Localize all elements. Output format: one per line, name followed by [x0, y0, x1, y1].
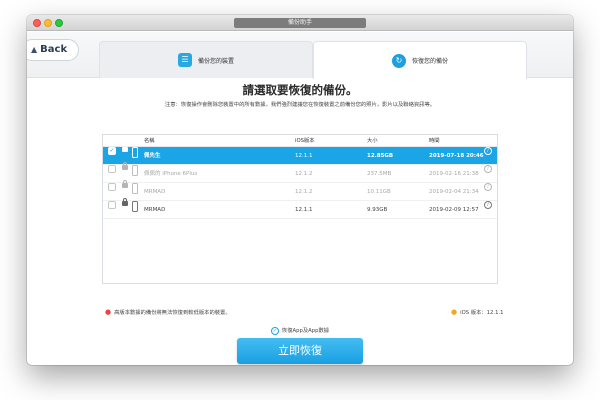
back-label: Back	[40, 44, 68, 55]
table-row[interactable]: MRMAD 12.1.1 9.93GB 2019-02-09 12:57 i	[103, 198, 497, 219]
restore-now-button[interactable]: 立即恢復	[237, 338, 363, 364]
row-size: 237.5MB	[367, 171, 392, 177]
row-size: 10.11GB	[367, 189, 391, 195]
table-row[interactable]: MRMAD 12.1.2 10.11GB 2019-02-04 21:34 i	[103, 180, 497, 201]
phone-icon	[132, 147, 138, 158]
check-circle-icon[interactable]: ✓	[270, 326, 279, 335]
title-bar: 備份助手	[27, 15, 573, 31]
info-icon[interactable]: i	[484, 165, 492, 173]
table-row[interactable]: 佩佩的 iPhone 6Plus 12.1.2 237.5MB 2019-02-…	[103, 162, 497, 183]
lock-icon	[122, 144, 128, 152]
chevron-up-icon: ▲	[31, 45, 38, 54]
row-name: 佩先生	[144, 153, 161, 159]
page-title: 請選取要恢復的備份。	[242, 83, 358, 97]
row-time: 2019-02-09 12:57	[429, 207, 479, 213]
row-checkbox[interactable]	[108, 201, 116, 209]
ios-version-label: ● iOS 版本：12.1.1	[451, 308, 504, 316]
info-icon[interactable]: i	[484, 147, 492, 155]
tab-label: 恢復您的備份	[411, 58, 448, 65]
header-time: 時間	[429, 138, 440, 144]
row-version: 12.1.2	[295, 171, 313, 177]
info-dot-icon: ●	[451, 308, 458, 316]
row-version: 12.1.1	[295, 207, 313, 213]
row-checkbox[interactable]: ✓	[108, 147, 116, 155]
option-label: 恢復App及App數據	[281, 328, 330, 334]
info-icon[interactable]: i	[484, 201, 492, 209]
lock-icon	[122, 180, 128, 188]
row-checkbox[interactable]	[108, 165, 116, 173]
back-button[interactable]: ▲ Back	[27, 39, 79, 61]
restore-app-data-option[interactable]: ✓ 恢復App及App數據	[27, 326, 573, 335]
warning-dot-icon: ●	[105, 308, 112, 316]
ios-version-text: iOS 版本：12.1.1	[460, 310, 504, 316]
window-title: 備份助手	[234, 18, 366, 28]
lock-icon	[122, 198, 128, 206]
row-time: 2019-07-18 20:46	[429, 153, 484, 159]
close-window-button[interactable]	[33, 19, 41, 27]
zoom-window-button[interactable]	[55, 19, 63, 27]
table-row[interactable]: ✓ 佩先生 12.1.1 12.85GB 2019-07-18 20:46 i	[103, 144, 497, 165]
row-size: 12.85GB	[367, 153, 394, 159]
phone-icon	[132, 201, 138, 212]
header-version: iOS版本	[295, 138, 315, 144]
tab-backup-device[interactable]: ☰ 備份您的裝置	[99, 41, 313, 78]
backup-list-icon: ☰	[177, 53, 192, 67]
row-time: 2019-02-04 21:34	[429, 189, 479, 195]
row-version: 12.1.1	[295, 153, 313, 159]
phone-icon	[132, 165, 138, 176]
tab-restore-backup[interactable]: ↻ 恢復您的備份	[313, 41, 527, 79]
minimize-window-button[interactable]	[44, 19, 52, 27]
row-name: 佩佩的 iPhone 6Plus	[144, 171, 198, 177]
row-name: MRMAD	[144, 207, 166, 213]
row-name: MRMAD	[144, 189, 166, 195]
table-header: 名稱 iOS版本 大小 時間	[103, 135, 497, 147]
info-icon[interactable]: i	[484, 183, 492, 191]
backup-table: 名稱 iOS版本 大小 時間 ✓ 佩先生 12.1.1 12.85GB 2019…	[102, 134, 498, 284]
header-name: 名稱	[144, 138, 155, 144]
row-time: 2019-02-16 21:38	[429, 171, 479, 177]
app-window: 備份助手 ▲ Back ☰ 備份您的裝置 ↻ 恢復您的備份 請選取要恢復的備份。 …	[27, 15, 573, 365]
phone-icon	[132, 183, 138, 194]
restore-notice: 注意：恢復操作會刪除您裝置中的所有數據，我們強烈建議您在恢復裝置之前備份您的照片…	[164, 102, 436, 108]
version-warning: ● 高版本數據的備份將無法恢復到較低版本的裝置。	[105, 308, 231, 316]
row-size: 9.93GB	[367, 207, 388, 213]
header-size: 大小	[367, 138, 378, 144]
warning-text: 高版本數據的備份將無法恢復到較低版本的裝置。	[114, 310, 231, 316]
top-navigation: ▲ Back ☰ 備份您的裝置 ↻ 恢復您的備份	[27, 32, 573, 79]
tab-label: 備份您的裝置	[197, 57, 234, 65]
restore-clock-icon: ↻	[391, 53, 406, 68]
row-version: 12.1.2	[295, 189, 313, 195]
lock-icon	[122, 162, 128, 170]
row-checkbox[interactable]	[108, 183, 116, 191]
